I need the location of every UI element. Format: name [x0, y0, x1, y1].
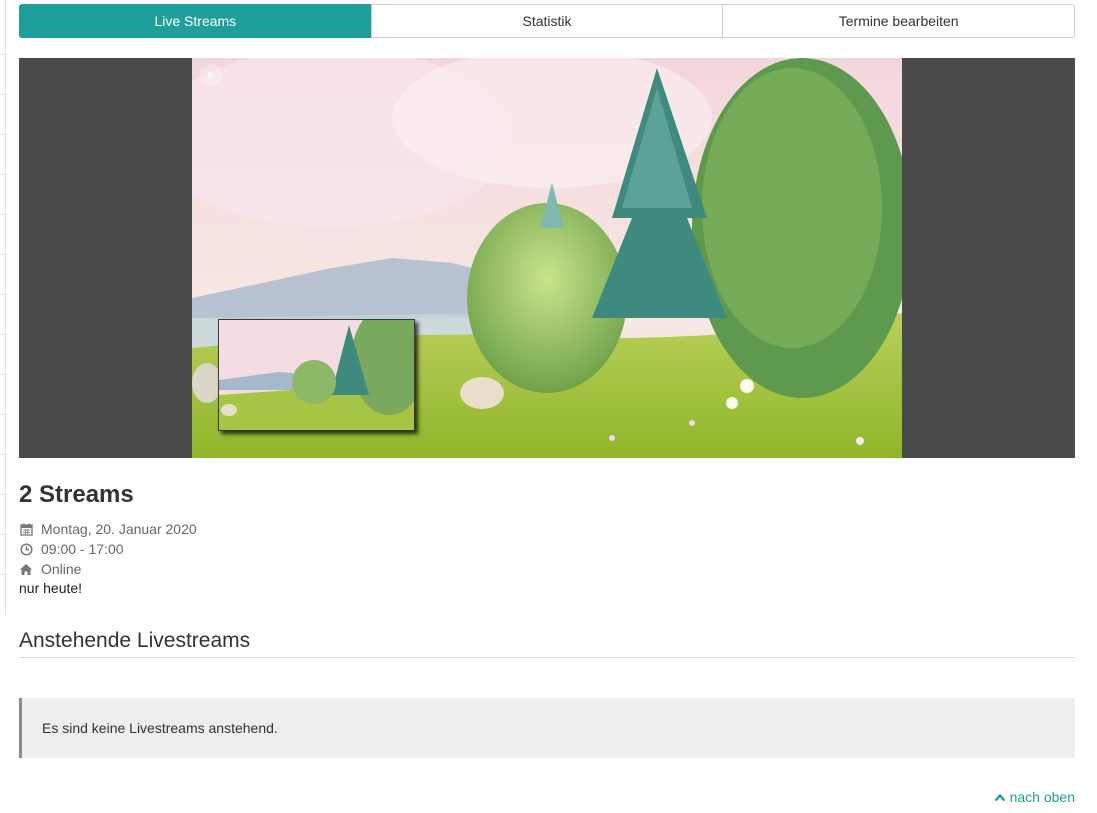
event-date-text: Montag, 20. Januar 2020	[41, 521, 197, 537]
empty-state-text: Es sind keine Livestreams anstehend.	[42, 720, 278, 736]
rail-divider	[0, 174, 5, 175]
video-player[interactable]	[19, 58, 1075, 458]
rail-divider	[0, 134, 5, 135]
left-panel-edge	[0, 0, 6, 615]
chevron-up-icon	[994, 793, 1006, 802]
picture-in-picture-video[interactable]	[218, 319, 415, 431]
event-time: 09:00 - 17:00	[19, 540, 124, 558]
upcoming-heading: Anstehende Livestreams	[19, 629, 251, 652]
event-title: 2 Streams	[19, 481, 134, 508]
rail-divider	[0, 94, 5, 95]
rail-divider	[0, 574, 5, 575]
rail-divider	[0, 454, 5, 455]
rail-divider	[0, 494, 5, 495]
pip-frame-scene	[219, 320, 414, 430]
rail-divider	[0, 254, 5, 255]
home-icon	[19, 562, 33, 576]
event-note: nur heute!	[19, 580, 83, 596]
rail-divider	[0, 334, 5, 335]
clock-icon	[19, 542, 33, 556]
tab-termine-bearbeiten[interactable]: Termine bearbeiten	[722, 4, 1076, 38]
rail-divider	[0, 414, 5, 415]
rail-divider	[0, 534, 5, 535]
event-date: Montag, 20. Januar 2020	[19, 520, 197, 538]
main-video[interactable]	[192, 58, 902, 458]
event-location: Online	[19, 560, 81, 578]
back-to-top-label: nach oben	[1009, 789, 1075, 805]
section-divider	[19, 657, 1075, 658]
tab-live-streams[interactable]: Live Streams	[19, 4, 372, 38]
rail-divider	[0, 374, 5, 375]
stream-tabs: Live Streams Statistik Termine bearbeite…	[19, 4, 1076, 38]
rail-divider	[0, 54, 5, 55]
calendar-icon	[19, 522, 33, 536]
event-location-text: Online	[41, 561, 82, 577]
rail-divider	[0, 294, 5, 295]
tab-statistik[interactable]: Statistik	[370, 4, 724, 38]
back-to-top-link[interactable]: nach oben	[994, 789, 1075, 805]
event-time-text: 09:00 - 17:00	[41, 541, 124, 557]
rail-divider	[0, 214, 5, 215]
empty-state-notice: Es sind keine Livestreams anstehend.	[19, 698, 1075, 758]
play-icon[interactable]	[200, 64, 222, 86]
